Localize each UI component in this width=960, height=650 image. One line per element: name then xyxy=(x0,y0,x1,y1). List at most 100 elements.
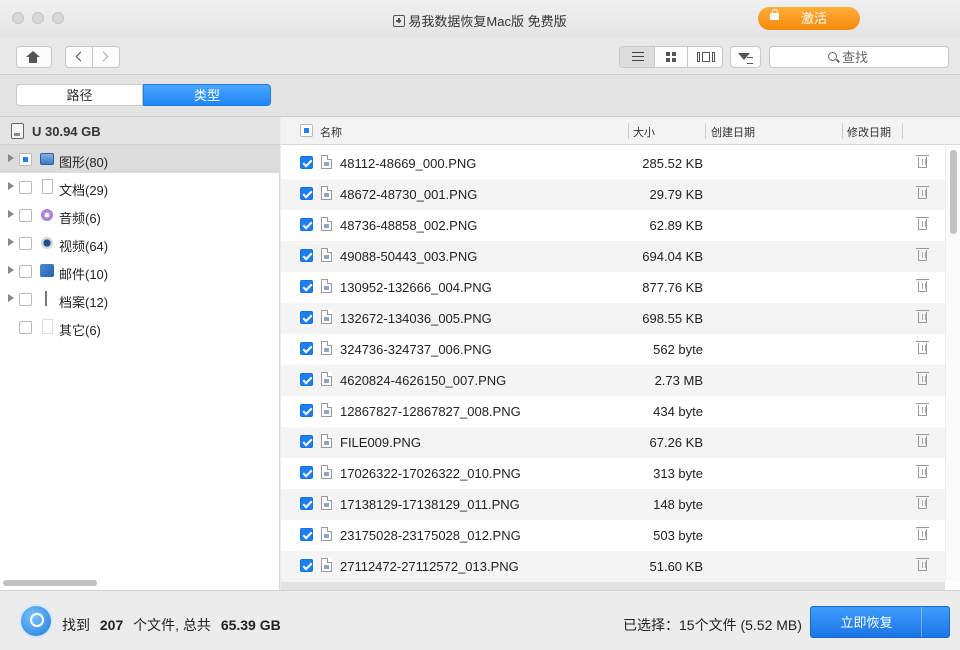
cover-flow-icon xyxy=(697,52,715,62)
file-name: 324736-324737_006.PNG xyxy=(340,342,492,357)
home-button[interactable] xyxy=(16,46,52,68)
file-checkbox[interactable] xyxy=(300,187,313,200)
file-checkbox[interactable] xyxy=(300,373,313,386)
table-row[interactable]: 48112-48669_000.PNG 285.52 KB xyxy=(281,148,945,179)
disclosure-triangle-icon[interactable] xyxy=(8,266,14,274)
sidebar-item-label: 视频(64) xyxy=(59,239,109,254)
table-row[interactable]: 49088-50443_003.PNG 694.04 KB xyxy=(281,241,945,272)
file-checkbox[interactable] xyxy=(300,280,313,293)
file-checkbox[interactable] xyxy=(300,404,313,417)
trash-icon[interactable] xyxy=(916,155,929,168)
file-name: 23175028-23175028_012.PNG xyxy=(340,528,521,543)
table-row[interactable]: 23175028-23175028_012.PNG 503 byte xyxy=(281,520,945,551)
filter-button[interactable] xyxy=(730,46,761,68)
trash-icon[interactable] xyxy=(916,248,929,261)
file-size: 285.52 KB xyxy=(642,156,703,171)
disclosure-triangle-icon[interactable] xyxy=(8,238,14,246)
sidebar-item-label: 邮件(10) xyxy=(59,267,109,282)
search-input[interactable] xyxy=(842,50,942,65)
activate-button[interactable]: 激活 xyxy=(758,7,860,30)
category-checkbox[interactable] xyxy=(19,181,32,194)
file-checkbox[interactable] xyxy=(300,435,313,448)
file-name: 49088-50443_003.PNG xyxy=(340,249,478,264)
trash-icon[interactable] xyxy=(916,279,929,292)
drive-header[interactable]: U 30.94 GB xyxy=(0,117,280,145)
table-row[interactable]: 4620824-4626150_007.PNG 2.73 MB xyxy=(281,365,945,396)
view-mode-switcher xyxy=(619,46,723,68)
category-checkbox[interactable] xyxy=(19,265,32,278)
table-row[interactable]: 17026322-17026322_010.PNG 313 byte xyxy=(281,458,945,489)
trash-icon[interactable] xyxy=(916,341,929,354)
sidebar-item-5[interactable]: 档案(12) xyxy=(0,285,280,313)
sidebar-item-6[interactable]: 其它(6) xyxy=(0,313,280,341)
select-all-checkbox[interactable] xyxy=(300,124,313,137)
grid-view-button[interactable] xyxy=(655,47,688,67)
file-checkbox[interactable] xyxy=(300,466,313,479)
recover-now-button[interactable]: 立即恢复 xyxy=(810,606,950,638)
file-checkbox[interactable] xyxy=(300,311,313,324)
music-icon xyxy=(41,209,53,221)
category-checkbox[interactable] xyxy=(19,321,32,334)
scrollbar-thumb[interactable] xyxy=(950,150,957,234)
back-button[interactable] xyxy=(66,47,93,67)
table-row[interactable] xyxy=(281,582,945,590)
sidebar-item-4[interactable]: 邮件(10) xyxy=(0,257,280,285)
trash-icon[interactable] xyxy=(916,465,929,478)
table-row[interactable]: 27112472-27112572_013.PNG 51.60 KB xyxy=(281,551,945,582)
file-name: 48112-48669_000.PNG xyxy=(340,156,477,171)
table-vertical-scrollbar[interactable] xyxy=(945,146,960,581)
png-file-icon xyxy=(321,527,332,541)
table-row[interactable]: 17138129-17138129_011.PNG 148 byte xyxy=(281,489,945,520)
table-row[interactable]: 132672-134036_005.PNG 698.55 KB xyxy=(281,303,945,334)
trash-icon[interactable] xyxy=(916,310,929,323)
trash-icon[interactable] xyxy=(916,558,929,571)
file-size: 29.79 KB xyxy=(649,187,704,202)
png-file-icon xyxy=(321,403,332,417)
png-file-icon xyxy=(321,558,332,572)
trash-icon[interactable] xyxy=(916,217,929,230)
column-header-modified[interactable]: 修改日期 xyxy=(847,124,891,140)
file-checkbox[interactable] xyxy=(300,342,313,355)
tab-type[interactable]: 类型 xyxy=(143,84,271,106)
cover-flow-button[interactable] xyxy=(688,47,722,67)
file-checkbox[interactable] xyxy=(300,559,313,572)
file-checkbox[interactable] xyxy=(300,156,313,169)
table-row[interactable]: 324736-324737_006.PNG 562 byte xyxy=(281,334,945,365)
file-size: 698.55 KB xyxy=(642,311,703,326)
column-header-name[interactable]: 名称 xyxy=(320,124,342,140)
disclosure-triangle-icon[interactable] xyxy=(8,182,14,190)
table-row[interactable]: 48736-48858_002.PNG 62.89 KB xyxy=(281,210,945,241)
trash-icon[interactable] xyxy=(916,527,929,540)
table-row[interactable]: 130952-132666_004.PNG 877.76 KB xyxy=(281,272,945,303)
file-checkbox[interactable] xyxy=(300,497,313,510)
file-checkbox[interactable] xyxy=(300,528,313,541)
sidebar-item-3[interactable]: 视频(64) xyxy=(0,229,280,257)
file-size: 62.89 KB xyxy=(649,218,704,233)
disclosure-triangle-icon[interactable] xyxy=(8,294,14,302)
disclosure-triangle-icon[interactable] xyxy=(8,154,14,162)
table-row[interactable]: 48672-48730_001.PNG 29.79 KB xyxy=(281,179,945,210)
trash-icon[interactable] xyxy=(916,434,929,447)
sidebar-item-2[interactable]: 音频(6) xyxy=(0,201,280,229)
list-view-button[interactable] xyxy=(620,47,655,67)
column-header-created[interactable]: 创建日期 xyxy=(711,124,755,140)
trash-icon[interactable] xyxy=(916,372,929,385)
trash-icon[interactable] xyxy=(916,186,929,199)
tab-path[interactable]: 路径 xyxy=(16,84,143,106)
category-checkbox[interactable] xyxy=(19,209,32,222)
table-row[interactable]: 12867827-12867827_008.PNG 434 byte xyxy=(281,396,945,427)
category-checkbox[interactable] xyxy=(19,293,32,306)
column-header-size[interactable]: 大小 xyxy=(633,124,655,140)
file-checkbox[interactable] xyxy=(300,218,313,231)
forward-button[interactable] xyxy=(93,47,119,67)
sidebar-horizontal-scrollbar[interactable] xyxy=(3,580,97,586)
table-row[interactable]: FILE009.PNG 67.26 KB xyxy=(281,427,945,458)
category-checkbox[interactable] xyxy=(19,153,32,166)
category-checkbox[interactable] xyxy=(19,237,32,250)
file-checkbox[interactable] xyxy=(300,249,313,262)
disclosure-triangle-icon[interactable] xyxy=(8,210,14,218)
sidebar-item-1[interactable]: 文档(29) xyxy=(0,173,280,201)
sidebar-item-0[interactable]: 图形(80) xyxy=(0,145,280,173)
trash-icon[interactable] xyxy=(916,403,929,416)
trash-icon[interactable] xyxy=(916,496,929,509)
